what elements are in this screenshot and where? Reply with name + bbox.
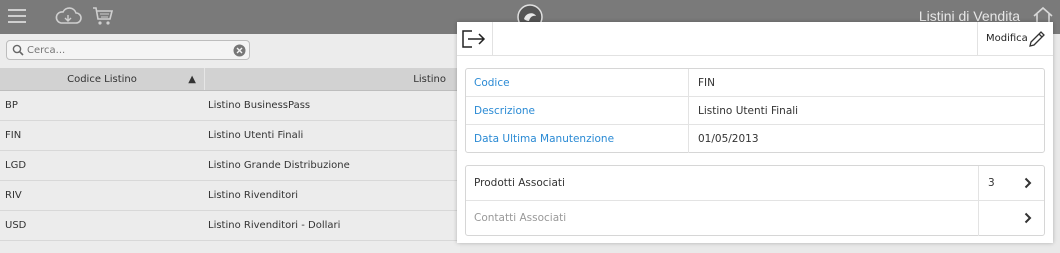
table-row[interactable]: LGD Listino Grande Distribuzione bbox=[0, 151, 460, 181]
price-list-table: Codice Listino ▲ Listino BP Listino Busi… bbox=[0, 68, 460, 241]
column-header-code-label: Codice Listino bbox=[67, 74, 137, 85]
menu-icon[interactable] bbox=[8, 6, 26, 26]
row-name: Listino Rivenditori - Dollari bbox=[208, 220, 341, 231]
link-label: Contatti Associati bbox=[474, 212, 567, 224]
row-code: BP bbox=[5, 100, 18, 111]
field-value: FIN bbox=[698, 77, 715, 89]
link-associated-products[interactable]: Prodotti Associati 3 bbox=[466, 166, 1044, 201]
exit-icon bbox=[462, 30, 486, 48]
detail-panel: Modifica Codice FIN Descrizione Listino … bbox=[457, 22, 1053, 243]
field-row-last-maintenance: Data Ultima Manutenzione 01/05/2013 bbox=[466, 125, 1044, 153]
field-value: Listino Utenti Finali bbox=[698, 105, 799, 117]
row-code: LGD bbox=[5, 160, 27, 171]
row-name: Listino BusinessPass bbox=[208, 100, 311, 111]
table-header: Codice Listino ▲ Listino bbox=[0, 68, 460, 91]
row-code: RIV bbox=[5, 190, 22, 201]
search-input[interactable] bbox=[27, 43, 227, 57]
exit-button[interactable] bbox=[457, 22, 493, 56]
cart-icon[interactable] bbox=[92, 6, 114, 29]
row-name: Listino Rivenditori bbox=[208, 190, 299, 201]
row-name: Listino Grande Distribuzione bbox=[208, 160, 350, 171]
link-count-badge: 3 bbox=[988, 177, 995, 189]
link-associated-contacts[interactable]: Contatti Associati bbox=[466, 201, 1044, 236]
table-row[interactable]: FIN Listino Utenti Finali bbox=[0, 121, 460, 151]
column-header-code[interactable]: Codice Listino ▲ bbox=[0, 68, 205, 90]
row-code: FIN bbox=[5, 130, 22, 141]
search-box bbox=[6, 40, 250, 60]
field-row-code: Codice FIN bbox=[466, 69, 1044, 97]
chevron-right-icon bbox=[1024, 177, 1032, 192]
column-header-name[interactable]: Listino bbox=[205, 68, 460, 90]
cloud-icon[interactable] bbox=[54, 6, 82, 29]
field-label: Descrizione bbox=[466, 97, 689, 124]
list-panel: Codice Listino ▲ Listino BP Listino Busi… bbox=[0, 34, 460, 253]
sort-ascending-icon: ▲ bbox=[188, 74, 196, 85]
table-row[interactable]: RIV Listino Rivenditori bbox=[0, 181, 460, 211]
edit-button-label: Modifica bbox=[986, 33, 1028, 44]
field-value: 01/05/2013 bbox=[698, 133, 759, 145]
edit-button[interactable]: Modifica bbox=[977, 22, 1053, 56]
detail-toolbar: Modifica bbox=[457, 22, 1053, 56]
link-label: Prodotti Associati bbox=[474, 177, 565, 189]
table-row[interactable]: BP Listino BusinessPass bbox=[0, 91, 460, 121]
field-label: Data Ultima Manutenzione bbox=[466, 125, 689, 153]
field-label: Codice bbox=[466, 69, 689, 96]
table-row[interactable]: USD Listino Rivenditori - Dollari bbox=[0, 211, 460, 241]
row-code: USD bbox=[5, 220, 27, 231]
related-links-card: Prodotti Associati 3 Contatti Associati bbox=[465, 165, 1045, 236]
clear-search-icon[interactable] bbox=[233, 44, 246, 60]
detail-fields-card: Codice FIN Descrizione Listino Utenti Fi… bbox=[465, 68, 1045, 153]
field-row-description: Descrizione Listino Utenti Finali bbox=[466, 97, 1044, 125]
search-icon bbox=[12, 44, 24, 59]
pencil-icon bbox=[1029, 31, 1045, 47]
chevron-right-icon bbox=[1024, 212, 1032, 227]
row-name: Listino Utenti Finali bbox=[208, 130, 304, 141]
